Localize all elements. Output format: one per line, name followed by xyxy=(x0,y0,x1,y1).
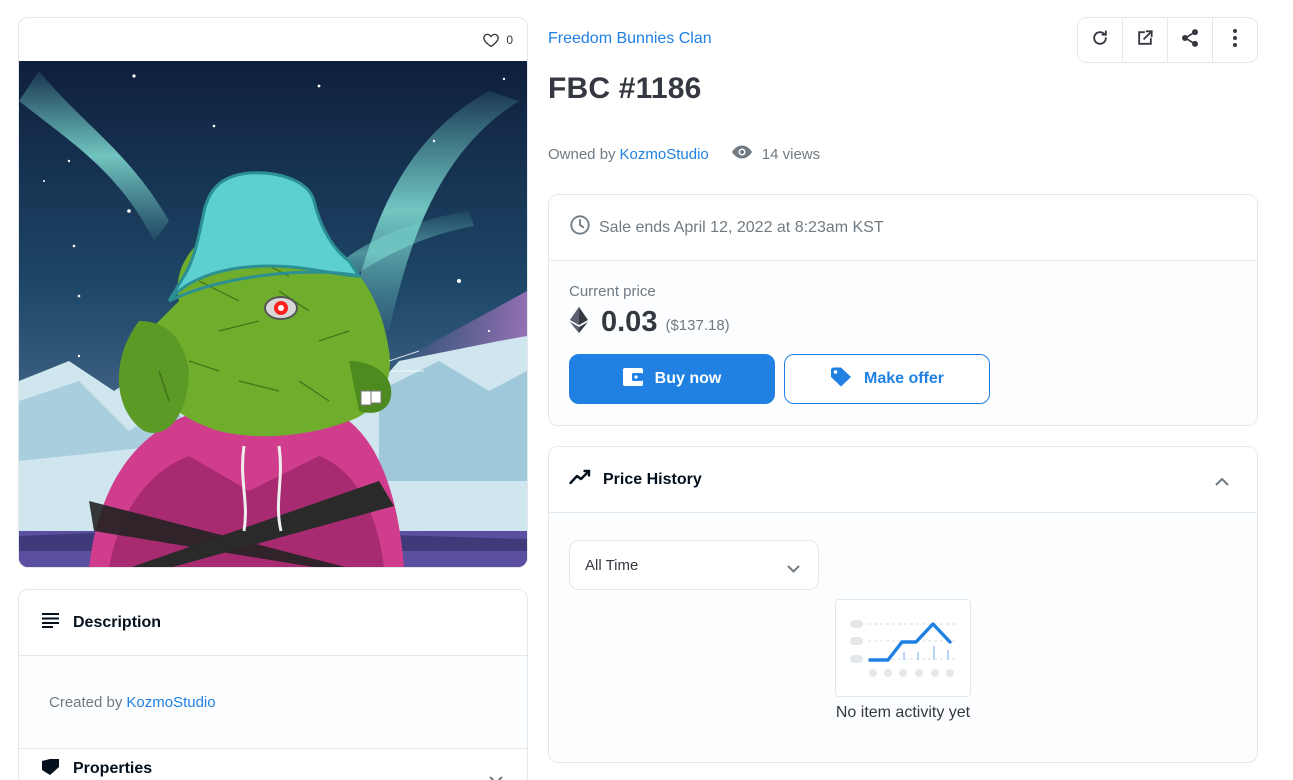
price-history-panel: Price History All Time No item activity … xyxy=(548,446,1258,763)
nft-image-card: 0 xyxy=(18,17,528,568)
views-count: 14 views xyxy=(731,145,820,163)
price-history-header[interactable]: Price History xyxy=(549,447,1257,513)
buy-now-button[interactable]: Buy now xyxy=(569,354,775,404)
trend-line-icon xyxy=(569,469,593,490)
collection-link[interactable]: Freedom Bunnies Clan xyxy=(548,30,712,48)
chevron-down-icon[interactable] xyxy=(489,771,503,780)
tag-icon xyxy=(830,367,852,392)
current-price-label: Current price xyxy=(569,283,656,300)
refresh-button[interactable] xyxy=(1078,18,1123,62)
views-text: 14 views xyxy=(761,145,821,163)
sale-body: Current price 0.03 ($137.18) Buy now Mak… xyxy=(549,261,1257,404)
empty-chart-illustration xyxy=(835,599,971,697)
properties-header[interactable]: Properties xyxy=(19,749,527,780)
description-header[interactable]: Description xyxy=(19,590,527,656)
description-list-icon xyxy=(41,612,61,633)
sale-actions: Buy now Make offer xyxy=(569,354,1237,404)
price-history-title: Price History xyxy=(603,470,702,488)
creator-link[interactable]: KozmoStudio xyxy=(126,694,215,711)
make-offer-button[interactable]: Make offer xyxy=(784,354,990,404)
empty-activity-text: No item activity yet xyxy=(835,704,971,721)
current-price: 0.03 xyxy=(601,305,658,338)
make-offer-label: Make offer xyxy=(863,370,945,387)
more-icon xyxy=(1232,28,1238,53)
eye-icon xyxy=(731,145,753,163)
created-by-label: Created by xyxy=(49,693,123,711)
more-options-button[interactable] xyxy=(1213,18,1257,62)
sale-ends-header: Sale ends April 12, 2022 at 8:23am KST xyxy=(549,195,1257,261)
open-external-button[interactable] xyxy=(1123,18,1168,62)
price-row: 0.03 ($137.18) xyxy=(569,305,1237,339)
share-icon xyxy=(1180,28,1200,53)
heart-icon[interactable] xyxy=(482,31,500,49)
description-body: Created by KozmoStudio xyxy=(19,656,527,749)
buy-now-label: Buy now xyxy=(654,370,722,387)
sale-panel: Sale ends April 12, 2022 at 8:23am KST C… xyxy=(548,194,1258,426)
item-title: FBC #1186 xyxy=(548,72,702,105)
refresh-icon xyxy=(1090,28,1110,53)
wallet-icon xyxy=(622,367,643,391)
time-range-select[interactable]: All Time xyxy=(569,540,819,590)
description-title: Description xyxy=(73,613,162,631)
owner-row: Owned by KozmoStudio 14 views xyxy=(548,144,820,164)
current-price-usd: ($137.18) xyxy=(665,316,730,334)
properties-title: Properties xyxy=(73,760,153,777)
nft-artwork-image[interactable] xyxy=(19,61,527,568)
time-range-value: All Time xyxy=(585,556,639,574)
ethereum-icon xyxy=(569,306,589,338)
clock-icon xyxy=(569,214,591,241)
favorites-count: 0 xyxy=(506,32,513,47)
item-toolbar xyxy=(1077,17,1258,63)
owner-link[interactable]: KozmoStudio xyxy=(620,146,709,163)
properties-tag-icon xyxy=(41,758,61,780)
sale-ends-text: Sale ends April 12, 2022 at 8:23am KST xyxy=(599,218,884,236)
share-button[interactable] xyxy=(1168,18,1213,62)
chevron-up-icon[interactable] xyxy=(1215,473,1229,491)
nft-card-header: 0 xyxy=(19,18,527,61)
external-link-icon xyxy=(1135,28,1155,53)
chevron-down-icon xyxy=(787,560,800,577)
description-panel: Description Created by KozmoStudio Prope… xyxy=(18,589,528,780)
owned-by-label: Owned by xyxy=(548,145,616,163)
